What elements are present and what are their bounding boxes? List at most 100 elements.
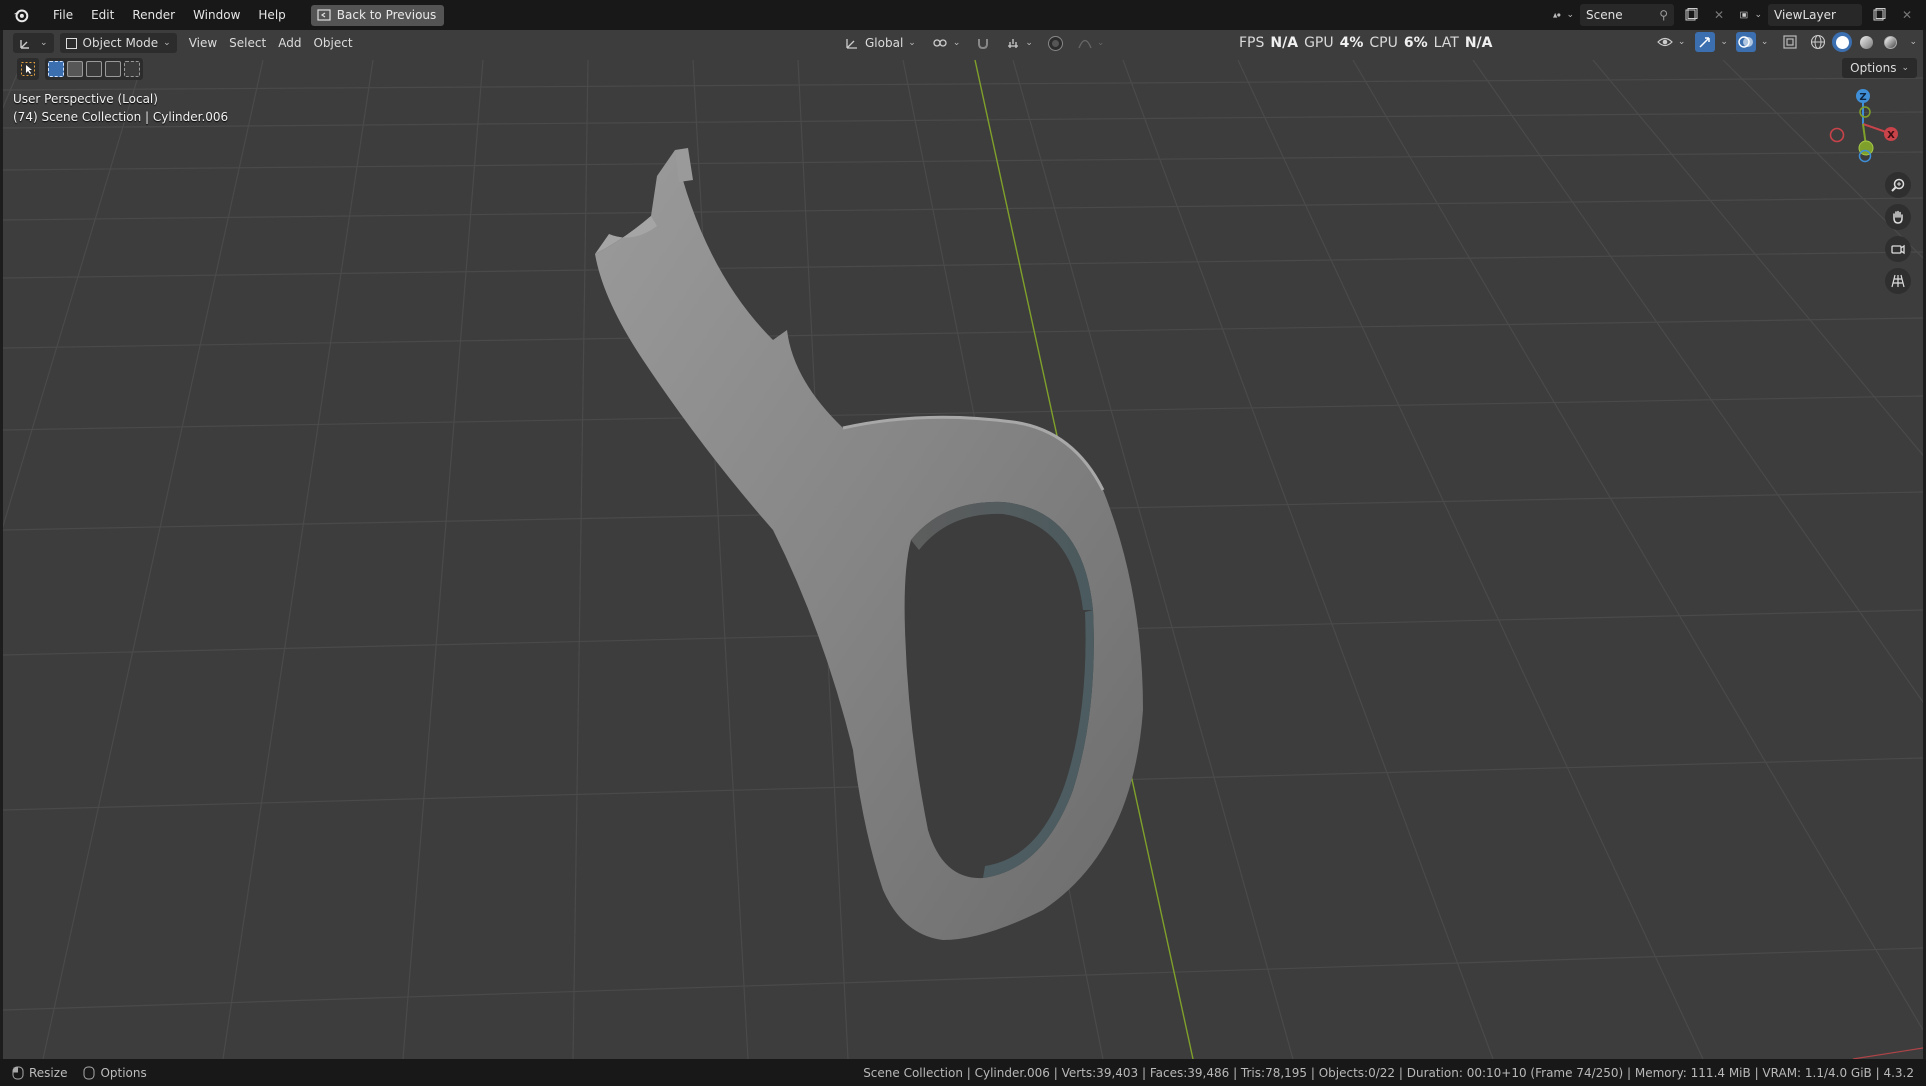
- menu-file[interactable]: File: [44, 8, 82, 22]
- solid-shading-button[interactable]: [1832, 32, 1853, 52]
- view-layer-icon[interactable]: ⌄: [1740, 4, 1762, 26]
- gizmo-toggle[interactable]: ⌄: [1695, 32, 1728, 52]
- cpu-label: CPU: [1369, 35, 1398, 51]
- screen-back-icon: [317, 9, 331, 21]
- material-preview-button[interactable]: [1856, 32, 1876, 52]
- set-new-selection-icon[interactable]: [48, 61, 64, 77]
- collection-info: (74) Scene Collection | Cylinder.006: [13, 110, 229, 124]
- delete-view-layer-icon[interactable]: ✕: [1896, 4, 1918, 26]
- navigation-gizmo[interactable]: Z X: [1821, 86, 1911, 166]
- pivot-point-dropdown[interactable]: ⌄: [926, 33, 967, 53]
- snap-target-dropdown[interactable]: ⌄: [1000, 33, 1039, 53]
- transform-orientation-dropdown[interactable]: Global ⌄: [839, 33, 922, 53]
- menu-object[interactable]: Object: [307, 33, 358, 53]
- subtract-selection-icon[interactable]: [86, 61, 102, 77]
- pivot-icon: [933, 39, 947, 47]
- menu-view[interactable]: View: [183, 33, 223, 53]
- new-scene-icon[interactable]: [1680, 4, 1702, 26]
- select-tool-button[interactable]: [17, 58, 39, 80]
- svg-text:X: X: [1887, 130, 1895, 141]
- pan-button[interactable]: [1885, 204, 1911, 230]
- 3d-viewport[interactable]: ⌄ Object Mode ⌄ View Select Add Object G…: [3, 30, 1923, 1059]
- overlays-toggle[interactable]: ⌄: [1732, 32, 1773, 52]
- xray-icon: [1783, 35, 1798, 49]
- mouse-left-icon: [12, 1066, 24, 1079]
- neg-x-axis-handle: [1829, 127, 1845, 143]
- transform-tools: Global ⌄ ⌄ ⌄ ⌄: [839, 33, 1110, 53]
- performance-stats: FPS N/A GPU 4% CPU 6% LAT N/A: [1239, 30, 1492, 56]
- status-resize: Resize: [12, 1066, 67, 1080]
- viewport-info-overlay: User Perspective (Local) (74) Scene Coll…: [13, 90, 228, 126]
- status-options: Options: [83, 1065, 147, 1080]
- visibility-dropdown[interactable]: ⌄: [1651, 32, 1692, 52]
- material-sphere-icon: [1859, 35, 1873, 49]
- delete-scene-icon[interactable]: ✕: [1708, 4, 1730, 26]
- object-mode-icon: [65, 37, 77, 49]
- tool-settings-row: [17, 58, 143, 80]
- neg-y-axis-handle: [1859, 106, 1871, 118]
- x-axis-line: [1852, 1047, 1923, 1059]
- view-layer-name: ViewLayer: [1774, 8, 1836, 22]
- scene-name: Scene: [1586, 8, 1623, 22]
- viewport-display-tools: ⌄ ⌄ ⌄ ⌄: [1651, 32, 1917, 52]
- rendered-shading-button[interactable]: [1880, 32, 1900, 52]
- scene-type-icon[interactable]: ⌄: [1552, 4, 1574, 26]
- eye-icon: [1656, 37, 1673, 47]
- fps-value: N/A: [1270, 35, 1299, 51]
- options-label: Options: [1850, 61, 1897, 75]
- shading-options-chevron-icon[interactable]: ⌄: [1909, 37, 1917, 47]
- gpu-value: 4%: [1339, 35, 1364, 51]
- perspective-toggle-button[interactable]: [1885, 268, 1911, 294]
- proportional-editing-toggle[interactable]: [1043, 33, 1068, 53]
- select-box-cursor-icon: [21, 62, 35, 76]
- navigation-buttons: [1885, 172, 1911, 294]
- intersect-selection-icon[interactable]: [124, 61, 140, 77]
- menu-edit[interactable]: Edit: [82, 8, 123, 22]
- svg-text:Z: Z: [1859, 92, 1866, 103]
- hand-icon: [1893, 210, 1903, 224]
- axis-editor-icon: [20, 40, 29, 49]
- snap-toggle[interactable]: [970, 33, 996, 53]
- solid-sphere-icon: [1835, 35, 1849, 49]
- scene-field[interactable]: Scene ⚲: [1580, 4, 1674, 26]
- selection-mode-group: [45, 58, 143, 80]
- viewport-grid: [3, 59, 1923, 1059]
- mouse-right-icon: [83, 1066, 95, 1079]
- xray-toggle[interactable]: [1776, 32, 1804, 52]
- menu-select[interactable]: Select: [223, 33, 272, 53]
- view-layer-field[interactable]: ViewLayer: [1768, 4, 1862, 26]
- orientation-icon: [846, 39, 857, 49]
- pin-icon[interactable]: ⚲: [1659, 8, 1668, 22]
- magnifier-icon: [1891, 178, 1905, 192]
- invert-selection-icon[interactable]: [105, 61, 121, 77]
- mode-dropdown[interactable]: Object Mode ⌄: [59, 33, 177, 53]
- gpu-label: GPU: [1304, 35, 1334, 51]
- falloff-curve-icon: [1078, 39, 1092, 49]
- snap-increment-icon: [1008, 39, 1019, 48]
- wireframe-sphere-icon: [1811, 34, 1826, 50]
- new-view-layer-icon[interactable]: [1868, 4, 1890, 26]
- proportional-edit-icon: [1047, 35, 1063, 51]
- workspace-selectors: ⌄ Scene ⚲ ✕ ⌄ ViewLayer ✕: [1552, 4, 1918, 26]
- cpu-value: 6%: [1403, 35, 1428, 51]
- options-dropdown[interactable]: Options ⌄: [1842, 58, 1917, 78]
- menu-help[interactable]: Help: [249, 8, 294, 22]
- view-name: User Perspective (Local): [13, 92, 158, 106]
- options-status-label: Options: [100, 1065, 147, 1080]
- menu-window[interactable]: Window: [184, 8, 249, 22]
- top-menu-bar: File Edit Render Window Help Back to Pre…: [0, 0, 1926, 30]
- wireframe-shading-button[interactable]: [1808, 32, 1828, 52]
- zoom-button[interactable]: [1885, 172, 1911, 198]
- camera-icon: [1891, 244, 1905, 255]
- extend-selection-icon[interactable]: [67, 61, 83, 77]
- back-to-previous-button[interactable]: Back to Previous: [310, 4, 445, 26]
- blender-logo-icon[interactable]: [12, 6, 30, 24]
- editor-type-button[interactable]: ⌄: [13, 33, 54, 53]
- camera-view-button[interactable]: [1885, 236, 1911, 262]
- back-to-previous-label: Back to Previous: [336, 8, 437, 22]
- falloff-dropdown[interactable]: ⌄: [1072, 33, 1111, 53]
- menu-add[interactable]: Add: [272, 33, 307, 53]
- menu-render[interactable]: Render: [123, 8, 184, 22]
- mode-label: Object Mode: [82, 36, 159, 50]
- overlays-icon: [1735, 32, 1756, 52]
